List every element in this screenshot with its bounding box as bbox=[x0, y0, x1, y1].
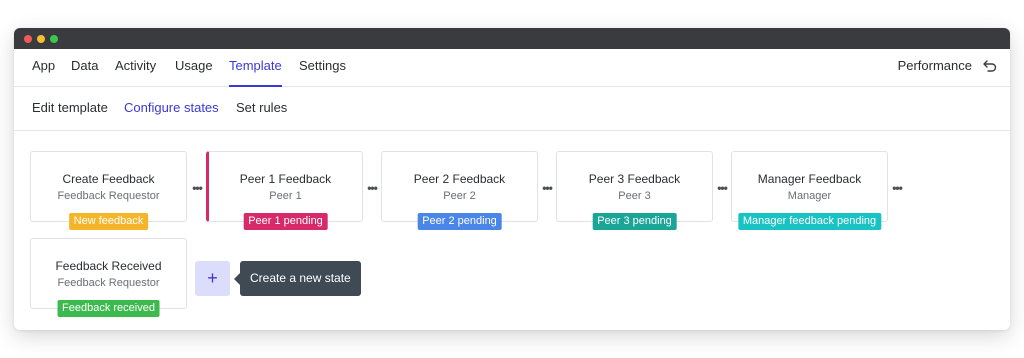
state-badge: New feedback bbox=[68, 213, 149, 230]
state-card-create-feedback[interactable]: Create Feedback Feedback Requestor New f… bbox=[30, 151, 187, 230]
state-role: Feedback Requestor bbox=[57, 277, 160, 289]
tab-edit-template[interactable]: Edit template bbox=[32, 87, 108, 131]
tab-configure-states[interactable]: Configure states bbox=[124, 87, 219, 131]
state-badge: Feedback received bbox=[57, 300, 160, 317]
more-dots-icon[interactable]: ••• bbox=[715, 182, 729, 194]
more-dots-icon[interactable]: ••• bbox=[190, 182, 204, 194]
more-dots-icon[interactable]: ••• bbox=[540, 182, 554, 194]
state-title: Peer 2 Feedback bbox=[413, 172, 506, 186]
nav-data[interactable]: Data bbox=[71, 49, 98, 87]
state-badge: Peer 3 pending bbox=[592, 213, 677, 230]
state-title: Peer 1 Feedback bbox=[239, 172, 332, 186]
state-role: Peer 1 bbox=[269, 190, 302, 202]
state-card-peer-1-feedback[interactable]: Peer 1 Feedback Peer 1 Peer 1 pending bbox=[206, 151, 363, 230]
state-card-manager-feedback[interactable]: Manager Feedback Manager Manager feedbac… bbox=[731, 151, 888, 230]
add-state-button[interactable]: + bbox=[195, 261, 230, 296]
state-badge: Peer 2 pending bbox=[417, 213, 502, 230]
create-state-tooltip: Create a new state bbox=[234, 261, 361, 296]
sub-navigation: Edit template Configure states Set rules bbox=[14, 87, 1010, 131]
state-title: Manager Feedback bbox=[757, 172, 862, 186]
state-role: Peer 3 bbox=[618, 190, 651, 202]
maximize-window-dot[interactable] bbox=[50, 35, 58, 43]
state-title: Create Feedback bbox=[62, 172, 155, 186]
more-dots-icon[interactable]: ••• bbox=[365, 182, 379, 194]
state-card-feedback-received[interactable]: Feedback Received Feedback Requestor Fee… bbox=[30, 238, 187, 317]
nav-usage[interactable]: Usage bbox=[175, 49, 213, 87]
state-title: Feedback Received bbox=[55, 259, 162, 273]
nav-template[interactable]: Template bbox=[229, 49, 282, 87]
more-dots-icon[interactable]: ••• bbox=[890, 182, 904, 194]
close-window-dot[interactable] bbox=[24, 35, 32, 43]
state-role: Feedback Requestor bbox=[57, 190, 160, 202]
state-card-peer-2-feedback[interactable]: Peer 2 Feedback Peer 2 Peer 2 pending bbox=[381, 151, 538, 230]
minimize-window-dot[interactable] bbox=[37, 35, 45, 43]
state-badge: Manager feedback pending bbox=[737, 213, 882, 230]
performance-link[interactable]: Performance bbox=[898, 49, 972, 83]
nav-app[interactable]: App bbox=[32, 49, 55, 87]
window-titlebar bbox=[14, 28, 1010, 49]
state-badge: Peer 1 pending bbox=[243, 213, 328, 230]
states-canvas: Create Feedback Feedback Requestor New f… bbox=[14, 131, 1010, 329]
top-navigation: App Data Activity Usage Template Setting… bbox=[14, 49, 1010, 87]
tab-set-rules[interactable]: Set rules bbox=[236, 87, 287, 131]
state-role: Manager bbox=[787, 190, 832, 202]
nav-activity[interactable]: Activity bbox=[115, 49, 156, 87]
state-role: Peer 2 bbox=[443, 190, 476, 202]
nav-settings[interactable]: Settings bbox=[299, 49, 346, 87]
state-title: Peer 3 Feedback bbox=[588, 172, 681, 186]
undo-arrow-icon[interactable] bbox=[983, 59, 997, 73]
app-window: App Data Activity Usage Template Setting… bbox=[14, 28, 1010, 330]
state-card-peer-3-feedback[interactable]: Peer 3 Feedback Peer 3 Peer 3 pending bbox=[556, 151, 713, 230]
